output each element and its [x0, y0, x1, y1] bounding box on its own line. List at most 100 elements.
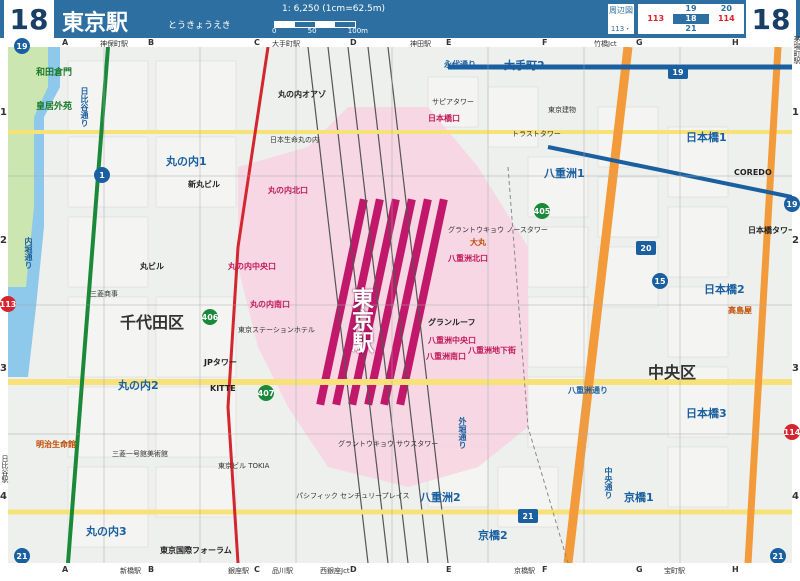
row-number: 2: [792, 235, 799, 246]
col-letter: F: [542, 565, 548, 574]
row-number: 3: [792, 363, 799, 374]
edge-page-ref-bottom-right[interactable]: 21: [770, 548, 786, 564]
landmark-label[interactable]: 東京ビル TOKIA: [218, 463, 269, 470]
landmark-label[interactable]: パシフィック センチュリープレイス: [296, 493, 409, 500]
scale-tick: 50: [307, 27, 317, 35]
route-shield: 406: [202, 309, 218, 325]
nearby-grid: 19 20 113 18 114 21: [638, 4, 744, 34]
ruler-right: 1 2 3 4: [792, 47, 800, 563]
station-exit[interactable]: 八重洲北口: [448, 255, 488, 263]
station-exit[interactable]: 丸の内北口: [268, 187, 308, 195]
scale-indicator: 1: 6,250 (1cm=62.5m) 0 50 100m: [268, 3, 385, 35]
nearby-cell[interactable]: 114: [709, 14, 744, 24]
station-area: [238, 107, 528, 487]
landmark-label[interactable]: 皇居外苑: [36, 103, 72, 112]
nearby-cell-current: 18: [673, 14, 709, 24]
road-label: 中央通り: [604, 467, 613, 499]
landmark-label[interactable]: 明治生命館: [36, 441, 76, 449]
route-shield: 15: [652, 273, 668, 289]
station-title: 東京駅: [62, 11, 129, 36]
edge-label: 京橋駅: [514, 567, 535, 575]
landmark-label[interactable]: 高島屋: [728, 307, 752, 315]
landmark-label[interactable]: 和田倉門: [36, 69, 72, 78]
col-letter: A: [62, 565, 69, 574]
route-shield: 1: [94, 167, 110, 183]
col-letter: C: [254, 38, 260, 47]
scale-label: 1: 6,250 (1cm=62.5m): [282, 4, 386, 14]
landmark-label[interactable]: 八重洲地下街: [468, 347, 516, 355]
area-label: 京橋2: [478, 529, 508, 542]
area-label: 八重洲2: [420, 491, 461, 504]
area-label: 丸の内1: [166, 155, 207, 168]
nearby-cell[interactable]: [638, 4, 673, 14]
ruler-bottom: A B C D E F G H 新橋駅 銀座駅 品川駅 西銀座Jct 京橋駅 宝…: [0, 563, 800, 581]
edge-page-ref-right[interactable]: 19: [784, 196, 800, 212]
route-shield: 21: [518, 509, 538, 523]
ruler-top: A B C D E F G H 神保町駅 大手町駅 神田駅 竹橋Jct: [0, 38, 800, 48]
landmark-label[interactable]: COREDO: [734, 169, 772, 177]
scale-tick: 0: [272, 27, 277, 35]
landmark-label[interactable]: 日本生命丸の内: [270, 137, 319, 144]
landmark-label[interactable]: 新丸ビル: [188, 181, 220, 189]
row-number: 4: [792, 491, 799, 502]
station-exit[interactable]: 丸の内南口: [250, 301, 290, 309]
landmark-label[interactable]: トラストタワー: [512, 131, 561, 138]
row-number: 1: [792, 107, 799, 118]
landmark-label[interactable]: グラントウキョウ ノースタワー: [448, 227, 548, 234]
edge-page-ref-bottom-left[interactable]: 21: [14, 548, 30, 564]
edge-label: 西銀座Jct: [320, 567, 350, 575]
map-header: 18 東京駅 とうきょうえき 1: 6,250 (1cm=62.5m) 0 50…: [0, 0, 800, 42]
landmark-label[interactable]: JPタワー: [204, 359, 237, 367]
nearby-cell[interactable]: [638, 24, 673, 34]
col-letter: G: [636, 565, 643, 574]
edge-label: 茅場町駅: [793, 36, 800, 64]
area-label: 大手町2: [504, 59, 545, 72]
area-label-chiyoda: 千代田区: [120, 313, 185, 332]
station-exit[interactable]: 日本橋口: [428, 115, 460, 123]
edge-page-ref-top-left[interactable]: 19: [14, 38, 30, 54]
scale-ticks: 0 50 100m: [272, 27, 368, 35]
col-letter: H: [732, 565, 739, 574]
landmark-label[interactable]: 大丸: [470, 239, 486, 247]
col-letter: G: [636, 38, 643, 47]
landmark-label[interactable]: サピアタワー: [432, 99, 474, 106]
area-label: 日本橋2: [704, 283, 745, 296]
col-letter: D: [350, 565, 357, 574]
station-exit[interactable]: 八重洲南口: [426, 353, 466, 361]
landmark-label[interactable]: 三菱一号館美術館: [112, 451, 168, 458]
nearby-cell[interactable]: 19: [673, 4, 708, 14]
nearby-cell[interactable]: 113: [638, 14, 673, 24]
landmark-label[interactable]: 三菱商事: [90, 291, 118, 298]
edge-page-ref-left[interactable]: 113: [0, 296, 16, 312]
route-shield: 19: [668, 65, 688, 79]
landmark-label[interactable]: グラントウキョウ サウスタワー: [338, 441, 438, 448]
nearby-pages-index: 周辺図 113・114 19 20 113 18 114 21: [608, 4, 744, 42]
edge-label: 宝町駅: [664, 567, 685, 575]
station-exit[interactable]: 八重洲中央口: [428, 337, 476, 345]
landmark-label[interactable]: 丸ビル: [140, 263, 164, 271]
station-exit[interactable]: 丸の内中央口: [228, 263, 276, 271]
landmark-label[interactable]: 丸の内オアゾ: [278, 91, 326, 99]
edge-page-ref-right[interactable]: 114: [784, 424, 800, 440]
area-label-chuo: 中央区: [648, 363, 697, 382]
road-label: 八重洲通り: [568, 386, 608, 395]
landmark-label[interactable]: 東京建物: [548, 107, 576, 114]
map-canvas[interactable]: 千代田区 中央区 丸の内1 丸の内2 丸の内3 八重洲1 八重洲2 日本橋1 日…: [8, 47, 792, 563]
landmark-label[interactable]: 東京ステーションホテル: [238, 327, 315, 334]
landmark-label[interactable]: グランルーフ: [428, 319, 476, 327]
landmark-label[interactable]: 日本橋タワー: [748, 227, 792, 235]
col-letter: B: [148, 38, 155, 47]
col-letter: B: [148, 565, 155, 574]
nearby-cell[interactable]: 21: [673, 24, 708, 34]
tokyo-station-label: 東京駅: [348, 287, 373, 353]
nearby-cell[interactable]: 20: [709, 4, 744, 14]
landmark-label[interactable]: 東京国際フォーラム: [160, 547, 232, 555]
area-label: 丸の内2: [118, 379, 159, 392]
nearby-cell[interactable]: [709, 24, 744, 34]
area-label: 京橋1: [624, 491, 654, 504]
col-letter: A: [62, 38, 69, 47]
road-label: 内堀通り: [24, 237, 33, 269]
road-label: 永代通り: [444, 60, 476, 69]
area-label: 八重洲1: [544, 167, 585, 180]
landmark-label[interactable]: KITTE: [210, 385, 236, 393]
